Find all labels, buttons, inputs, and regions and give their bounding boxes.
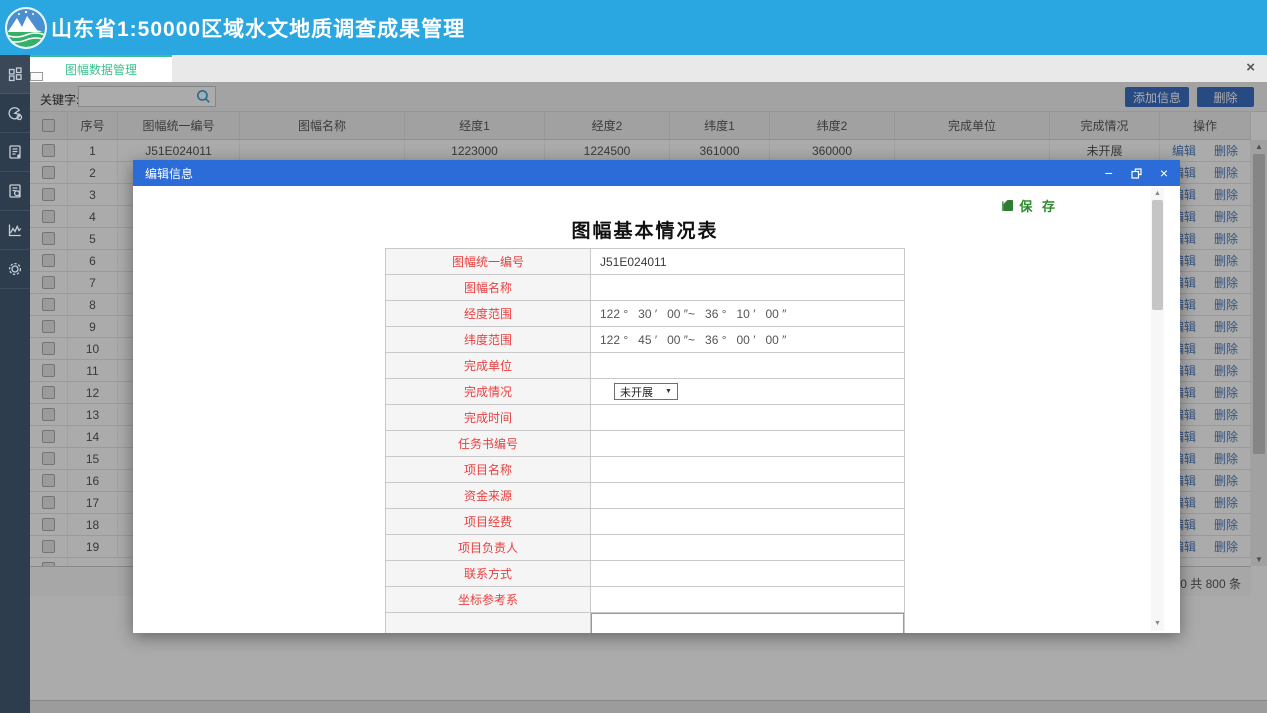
- chevron-down-icon: ▼: [665, 388, 672, 395]
- form-field-label: 项目负责人: [386, 535, 591, 560]
- form-field-value[interactable]: 122 ° 30 ′ 00 ″~ 36 ° 10 ′ 00 ″: [600, 307, 786, 321]
- settings-gear-icon: [7, 261, 23, 277]
- form-field-label: 任务书编号: [386, 431, 591, 456]
- form-row: 项目负责人: [386, 535, 904, 561]
- pie-chart-gear-icon: [7, 105, 23, 121]
- form-title: 图幅基本情况表: [385, 216, 905, 243]
- form-field-label: 完成时间: [386, 405, 591, 430]
- restore-window-icon[interactable]: [1131, 168, 1142, 179]
- form-field-cell[interactable]: [591, 405, 904, 430]
- sidebar-item-statistics[interactable]: [0, 94, 30, 133]
- modal-scroll-up-arrow-icon[interactable]: ▲: [1151, 188, 1164, 199]
- form-field-cell[interactable]: J51E024011: [591, 249, 904, 274]
- form-field-label: 完成单位: [386, 353, 591, 378]
- form-textarea[interactable]: [591, 613, 904, 633]
- form-field-cell[interactable]: [591, 275, 904, 300]
- form-field-label: 图幅名称: [386, 275, 591, 300]
- status-select[interactable]: 未开展 ▼: [614, 383, 678, 400]
- app-window: 山东省1:50000区域水文地质调查成果管理: [0, 0, 1267, 713]
- form-field-label: 联系方式: [386, 561, 591, 586]
- save-button[interactable]: 保 存: [1001, 196, 1058, 215]
- modal-close-icon[interactable]: ×: [1160, 166, 1168, 180]
- form-field-cell[interactable]: [591, 353, 904, 378]
- tab-close-icon[interactable]: ×: [1246, 60, 1255, 75]
- sidebar-item-dashboard[interactable]: [0, 55, 30, 94]
- form-field-cell[interactable]: [591, 483, 904, 508]
- form-field-cell[interactable]: [591, 561, 904, 586]
- form-row: 完成情况 未开展 ▼: [386, 379, 904, 405]
- document-note-icon: [7, 144, 23, 160]
- form-field-value[interactable]: 122 ° 45 ′ 00 ″~ 36 ° 00 ′ 00 ″: [600, 333, 786, 347]
- modal-scroll-down-arrow-icon[interactable]: ▼: [1151, 618, 1164, 629]
- form-row: 图幅统一编号 J51E024011: [386, 249, 904, 275]
- tab-map-sheet-data[interactable]: 图幅数据管理: [30, 55, 172, 82]
- document-search-icon: [7, 183, 23, 199]
- modal-body: 保 存 图幅基本情况表 图幅统一编号 J51E024011 图幅名称经度范围 122 …: [133, 186, 1180, 633]
- form-field-label: 项目名称: [386, 457, 591, 482]
- form-row: 完成时间: [386, 405, 904, 431]
- sidebar-collapse-handle[interactable]: [30, 72, 43, 81]
- form-field-label: [386, 613, 591, 633]
- mountain-water-emblem-logo: [3, 5, 49, 51]
- tab-bar: 图幅数据管理 ×: [30, 55, 1267, 82]
- form-field-value[interactable]: J51E024011: [600, 255, 667, 269]
- form-field-cell[interactable]: [591, 509, 904, 534]
- form-field-cell[interactable]: [591, 535, 904, 560]
- form-field-cell[interactable]: 未开展 ▼: [591, 379, 904, 404]
- line-chart-icon: [7, 222, 23, 238]
- form-field-label: 项目经费: [386, 509, 591, 534]
- save-book-icon: [1001, 199, 1014, 212]
- form-row: 项目名称: [386, 457, 904, 483]
- form-row: 图幅名称: [386, 275, 904, 301]
- sidebar-item-data-query[interactable]: [0, 172, 30, 211]
- sidebar-item-settings[interactable]: [0, 250, 30, 289]
- form-row: 纬度范围 122 ° 45 ′ 00 ″~ 36 ° 00 ′ 00 ″: [386, 327, 904, 353]
- form-field-cell[interactable]: 122 ° 30 ′ 00 ″~ 36 ° 10 ′ 00 ″: [591, 301, 904, 326]
- form-field-label: 图幅统一编号: [386, 249, 591, 274]
- form-row: [386, 613, 904, 633]
- modal-scrollbar-thumb[interactable]: [1152, 200, 1163, 310]
- sidebar: [0, 55, 30, 713]
- form-field-cell[interactable]: [591, 613, 904, 633]
- minimize-icon[interactable]: −: [1105, 166, 1113, 180]
- sidebar-item-data-entry[interactable]: [0, 133, 30, 172]
- edit-info-modal: 编辑信息 − × 保 存: [133, 160, 1180, 633]
- modal-window-controls: − ×: [1087, 166, 1168, 180]
- app-title: 山东省1:50000区域水文地质调查成果管理: [51, 13, 465, 43]
- status-select-value: 未开展: [620, 384, 653, 400]
- dashboard-grid-icon: [7, 66, 23, 82]
- modal-titlebar[interactable]: 编辑信息 − ×: [133, 160, 1180, 186]
- form-field-cell[interactable]: [591, 587, 904, 612]
- form-field-label: 坐标参考系: [386, 587, 591, 612]
- form-row: 资金来源: [386, 483, 904, 509]
- form-field-label: 完成情况: [386, 379, 591, 404]
- form-row: 坐标参考系: [386, 587, 904, 613]
- sidebar-item-analysis[interactable]: [0, 211, 30, 250]
- modal-vertical-scrollbar[interactable]: ▲ ▼: [1151, 188, 1164, 631]
- form-field-cell[interactable]: [591, 431, 904, 456]
- modal-title: 编辑信息: [145, 165, 193, 182]
- form-row: 任务书编号: [386, 431, 904, 457]
- form-field-label: 资金来源: [386, 483, 591, 508]
- app-header: 山东省1:50000区域水文地质调查成果管理: [0, 0, 1267, 55]
- map-sheet-form: 图幅统一编号 J51E024011 图幅名称经度范围 122 ° 30 ′ 00 ″~…: [385, 248, 905, 633]
- form-row: 经度范围 122 ° 30 ′ 00 ″~ 36 ° 10 ′ 00 ″: [386, 301, 904, 327]
- form-row: 项目经费: [386, 509, 904, 535]
- form-field-cell[interactable]: [591, 457, 904, 482]
- form-field-label: 经度范围: [386, 301, 591, 326]
- form-field-label: 纬度范围: [386, 327, 591, 352]
- save-label: 保 存: [1019, 196, 1058, 215]
- form-row: 联系方式: [386, 561, 904, 587]
- form-field-cell[interactable]: 122 ° 45 ′ 00 ″~ 36 ° 00 ′ 00 ″: [591, 327, 904, 352]
- form-row: 完成单位: [386, 353, 904, 379]
